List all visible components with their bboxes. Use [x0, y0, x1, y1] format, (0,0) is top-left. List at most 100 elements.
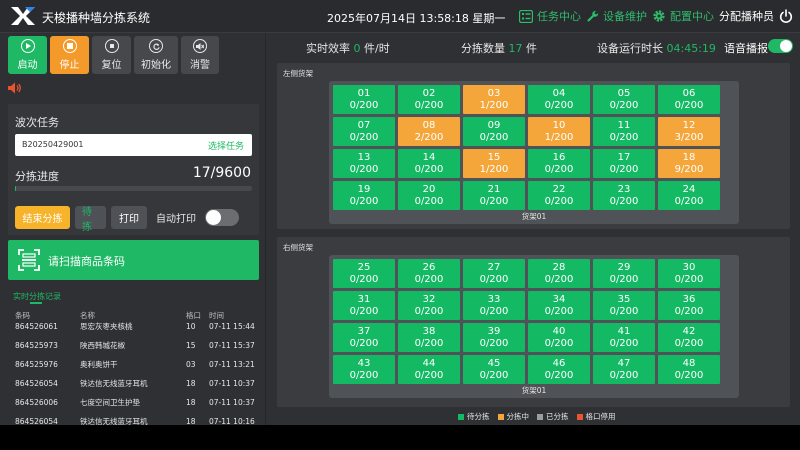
slot-number: 05 — [617, 88, 631, 99]
slot-cell[interactable]: 47 0/200 — [593, 355, 655, 384]
record-name: 铁达信无线蓝牙耳机 — [80, 378, 148, 388]
slot-cell[interactable]: 27 0/200 — [463, 259, 525, 288]
record-barcode: 864526006 — [15, 397, 58, 407]
scan-barcode-bar[interactable]: 请扫描商品条码 — [8, 240, 259, 280]
record-row[interactable]: 864526061 思宏灰枣夹核桃 10 07-11 15:44 — [15, 318, 259, 334]
slot-cell[interactable]: 29 0/200 — [593, 259, 655, 288]
slot-cell[interactable]: 22 0/200 — [528, 181, 590, 210]
slot-cell[interactable]: 14 0/200 — [398, 149, 460, 178]
slot-number: 18 — [682, 152, 696, 163]
power-icon[interactable] — [779, 9, 793, 24]
slot-cell[interactable]: 13 0/200 — [333, 149, 395, 178]
toggle-knob — [206, 210, 221, 225]
slot-count: 0/200 — [544, 273, 574, 285]
control-toolbar: 启动 停止 复位 初始化 消警 — [8, 36, 219, 74]
slot-cell[interactable]: 26 0/200 — [398, 259, 460, 288]
slot-cell[interactable]: 07 0/200 — [333, 117, 395, 146]
slot-cell[interactable]: 05 0/200 — [593, 85, 655, 114]
slot-cell[interactable]: 24 0/200 — [658, 181, 720, 210]
slot-count: 0/200 — [349, 369, 379, 381]
slot-cell[interactable]: 37 0/200 — [333, 323, 395, 352]
slot-cell[interactable]: 20 0/200 — [398, 181, 460, 210]
nav-device-maintenance[interactable]: 设备维护 — [586, 8, 647, 24]
uptime-label: 设备运行时长 — [597, 42, 663, 55]
nav-label: 设备维护 — [603, 10, 647, 23]
slot-cell[interactable]: 25 0/200 — [333, 259, 395, 288]
slot-number: 29 — [617, 262, 631, 273]
slot-cell[interactable]: 31 0/200 — [333, 291, 395, 320]
legend-swatch — [497, 414, 504, 420]
slot-number: 17 — [617, 152, 631, 163]
slot-cell[interactable]: 15 1/200 — [463, 149, 525, 178]
start-button[interactable]: 启动 — [8, 36, 47, 74]
slot-count: 0/200 — [544, 337, 574, 349]
slot-cell[interactable]: 40 0/200 — [528, 323, 590, 352]
logo-icon — [11, 7, 35, 25]
stop-button[interactable]: 停止 — [50, 36, 89, 74]
slot-cell[interactable]: 23 0/200 — [593, 181, 655, 210]
left-shelf-label: 左侧货架 — [283, 69, 313, 78]
slot-number: 07 — [357, 120, 371, 131]
slot-cell[interactable]: 32 0/200 — [398, 291, 460, 320]
nav-config-center[interactable]: 配置中心 — [652, 8, 714, 24]
slot-cell[interactable]: 30 0/200 — [658, 259, 720, 288]
slot-cell[interactable]: 03 1/200 — [463, 85, 525, 114]
slot-cell[interactable]: 19 0/200 — [333, 181, 395, 210]
start-button-label: 启动 — [17, 60, 38, 71]
clear-alarm-button[interactable]: 消警 — [181, 36, 219, 74]
slot-count: 0/200 — [609, 195, 639, 207]
slot-count: 0/200 — [609, 337, 639, 349]
nav-task-center[interactable]: 任务中心 — [519, 8, 581, 24]
slot-cell[interactable]: 06 0/200 — [658, 85, 720, 114]
slot-cell[interactable]: 28 0/200 — [528, 259, 590, 288]
slot-number: 24 — [682, 184, 696, 195]
slot-cell[interactable]: 44 0/200 — [398, 355, 460, 384]
user-role[interactable]: 分配播种员 — [719, 8, 774, 24]
record-row[interactable]: 864526006 七度空间卫生护垫 18 07-11 10:37 — [15, 394, 259, 410]
slot-cell[interactable]: 09 0/200 — [463, 117, 525, 146]
reset-button[interactable]: 复位 — [92, 36, 131, 74]
slot-cell[interactable]: 48 0/200 — [658, 355, 720, 384]
wait-sort-button[interactable]: 待拣 — [75, 206, 106, 233]
left-shelf-panel: 左侧货架 01 0/200 02 0/200 03 1/200 04 0/200 05 0/200… — [277, 63, 790, 229]
slot-cell[interactable]: 39 0/200 — [463, 323, 525, 352]
slot-cell[interactable]: 36 0/200 — [658, 291, 720, 320]
wave-task-input[interactable]: B20250429001 选择任务 — [15, 134, 252, 156]
slot-cell[interactable]: 17 0/200 — [593, 149, 655, 178]
initialize-button[interactable]: 初始化 — [134, 36, 178, 74]
slot-cell[interactable]: 34 0/200 — [528, 291, 590, 320]
end-sort-button[interactable]: 结束分拣 — [15, 206, 70, 229]
slot-count: 0/200 — [674, 273, 704, 285]
slot-cell[interactable]: 45 0/200 — [463, 355, 525, 384]
slot-cell[interactable]: 02 0/200 — [398, 85, 460, 114]
slot-cell[interactable]: 10 1/200 — [528, 117, 590, 146]
slot-cell[interactable]: 21 0/200 — [463, 181, 525, 210]
reset-icon — [104, 39, 119, 53]
slot-cell[interactable]: 35 0/200 — [593, 291, 655, 320]
slot-cell[interactable]: 08 2/200 — [398, 117, 460, 146]
slot-cell[interactable]: 43 0/200 — [333, 355, 395, 384]
slot-cell[interactable]: 11 0/200 — [593, 117, 655, 146]
slot-cell[interactable]: 41 0/200 — [593, 323, 655, 352]
slot-cell[interactable]: 46 0/200 — [528, 355, 590, 384]
record-row[interactable]: 864525973 陕西韩城花椒 15 07-11 15:37 — [15, 337, 259, 353]
select-task-link[interactable]: 选择任务 — [208, 139, 244, 152]
voice-broadcast-toggle[interactable] — [768, 39, 793, 53]
slot-cell[interactable]: 18 9/200 — [658, 149, 720, 178]
record-row[interactable]: 864526054 铁达信无线蓝牙耳机 18 07-11 10:37 — [15, 375, 259, 391]
slot-cell[interactable]: 12 3/200 — [658, 117, 720, 146]
print-button[interactable]: 打印 — [111, 206, 147, 229]
auto-print-toggle[interactable] — [205, 209, 239, 226]
slot-cell[interactable]: 42 0/200 — [658, 323, 720, 352]
slot-count: 0/200 — [414, 337, 444, 349]
record-row[interactable]: 864525976 奥利奥饼干 03 07-11 13:21 — [15, 356, 259, 372]
slot-count: 9/200 — [674, 163, 704, 175]
slot-cell[interactable]: 38 0/200 — [398, 323, 460, 352]
slot-cell[interactable]: 16 0/200 — [528, 149, 590, 178]
slot-cell[interactable]: 33 0/200 — [463, 291, 525, 320]
slot-count: 0/200 — [674, 195, 704, 207]
slot-cell[interactable]: 01 0/200 — [333, 85, 395, 114]
speaker-alert-icon[interactable] — [8, 82, 22, 94]
record-slot: 18 — [186, 397, 196, 407]
slot-cell[interactable]: 04 0/200 — [528, 85, 590, 114]
